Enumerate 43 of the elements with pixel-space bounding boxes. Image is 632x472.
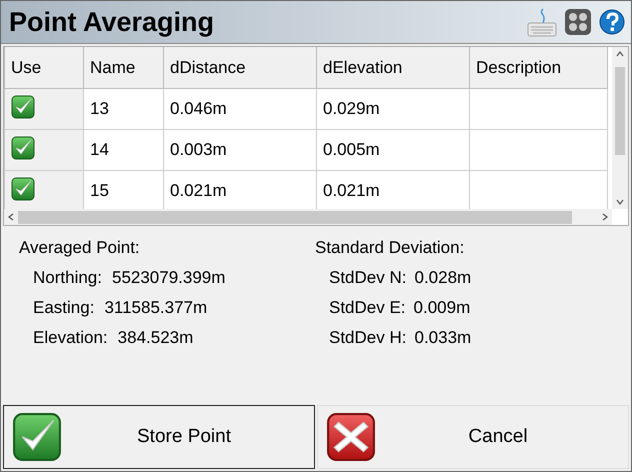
table-cell: 0.005m bbox=[316, 130, 470, 170]
scroll-right-icon[interactable] bbox=[602, 213, 608, 221]
field-value: 5523079.399m bbox=[112, 268, 226, 288]
table-cell: 14 bbox=[84, 130, 164, 170]
cancel-button[interactable]: Cancel bbox=[317, 405, 629, 469]
column-header[interactable]: Name bbox=[84, 47, 164, 88]
column-header[interactable]: dDistance bbox=[164, 47, 316, 88]
field-value: 384.523m bbox=[118, 328, 194, 348]
field-label: Northing: bbox=[33, 268, 102, 288]
section-heading: Averaged Point: bbox=[19, 238, 141, 258]
field-label: StdDev E: bbox=[329, 298, 406, 318]
table-cell: 0.029m bbox=[316, 88, 470, 130]
help-icon[interactable] bbox=[599, 9, 625, 35]
table-cell: 0.046m bbox=[164, 88, 316, 130]
store-point-button[interactable]: Store Point bbox=[3, 405, 315, 469]
field-value: 0.028m bbox=[414, 268, 472, 288]
checkmark-icon bbox=[12, 412, 62, 462]
field-value: 0.033m bbox=[414, 328, 472, 348]
calculator-icon[interactable] bbox=[565, 9, 591, 35]
scroll-up-icon[interactable] bbox=[616, 51, 624, 57]
field-value: 0.009m bbox=[414, 298, 470, 318]
table-cell: 13 bbox=[84, 88, 164, 130]
scroll-down-icon[interactable] bbox=[616, 199, 624, 205]
section-heading: Standard Deviation: bbox=[315, 238, 466, 258]
scroll-left-icon[interactable] bbox=[8, 213, 14, 221]
column-header[interactable]: Description bbox=[470, 47, 608, 88]
column-header[interactable]: Use bbox=[4, 47, 84, 88]
field-label: StdDev H: bbox=[329, 328, 406, 348]
column-header[interactable]: dElevation bbox=[316, 47, 470, 88]
field-value: 311585.377m bbox=[104, 298, 208, 318]
window-title: Point Averaging bbox=[9, 6, 214, 38]
scrollbar-thumb[interactable] bbox=[615, 67, 625, 155]
checkbox-checked-icon[interactable] bbox=[11, 94, 35, 118]
cross-icon bbox=[326, 412, 376, 462]
table-cell: 0.003m bbox=[164, 130, 316, 170]
checkbox-checked-icon[interactable] bbox=[11, 136, 35, 160]
scrollbar-thumb[interactable] bbox=[18, 210, 572, 224]
vertical-scrollbar[interactable] bbox=[612, 47, 628, 209]
field-label: StdDev N: bbox=[329, 268, 406, 288]
field-label: Easting: bbox=[33, 298, 94, 318]
field-label: Elevation: bbox=[33, 328, 108, 348]
checkbox-checked-icon[interactable] bbox=[11, 176, 35, 200]
horizontal-scrollbar[interactable] bbox=[4, 209, 612, 225]
